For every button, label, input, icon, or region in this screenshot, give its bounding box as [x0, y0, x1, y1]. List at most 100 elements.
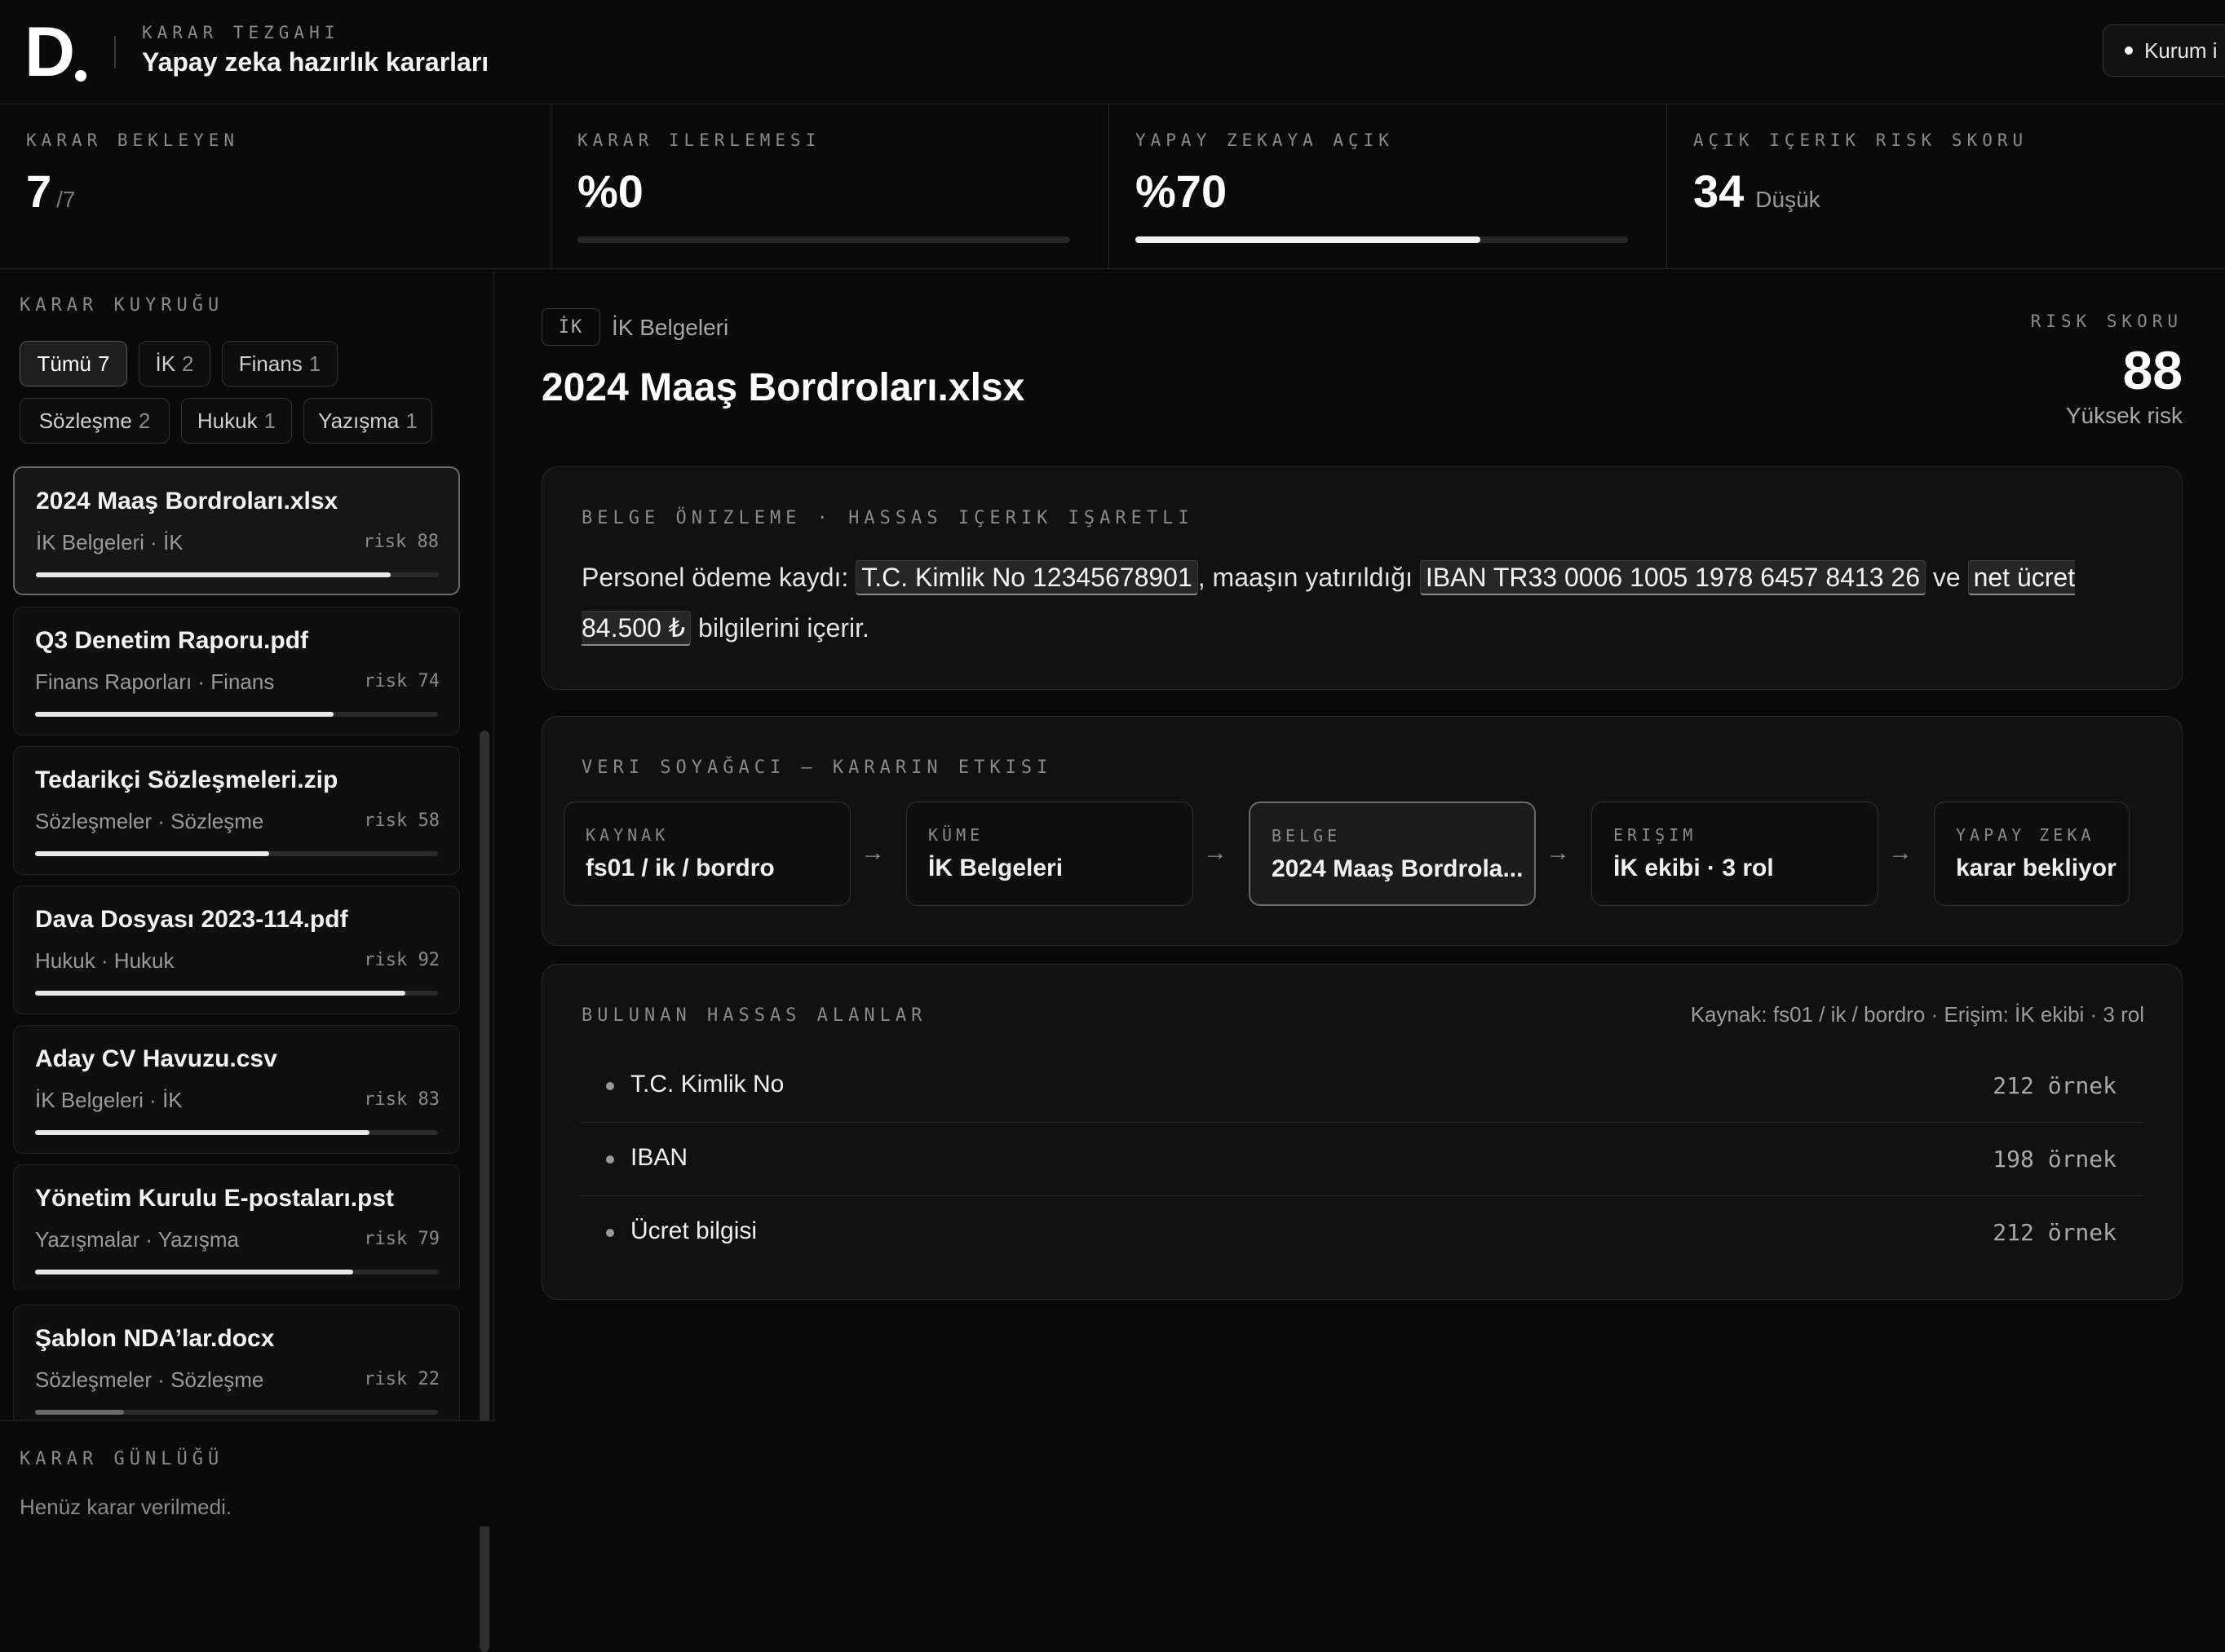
- item-name: Q3 Denetim Raporu.pdf: [35, 627, 309, 654]
- sensitive-highlight: IBAN TR33 0006 1005 1978 6457 8413 26: [1419, 560, 1926, 595]
- decision-queue-sidebar: KARAR KUYRUĞU Tümü 7 İK 2 Finans 1 Sözleşme…: [0, 269, 494, 1652]
- queue-item[interactable]: Dava Dosyası 2023-114.pdf Hukuk · Hukuk …: [13, 886, 460, 1014]
- field-count: 198 örnek: [1993, 1146, 2117, 1173]
- queue-item[interactable]: Q3 Denetim Raporu.pdf Finans Raporları ·…: [13, 607, 460, 735]
- filter-chip-all[interactable]: Tümü 7: [20, 341, 127, 386]
- filter-chip-yazisma[interactable]: Yazışma 1: [303, 398, 432, 444]
- field-count: 212 örnek: [1993, 1072, 2117, 1099]
- lineage-node-source[interactable]: KAYNAK fs01 / ik / bordro: [564, 802, 851, 906]
- node-label: BELGE: [1272, 826, 1342, 846]
- item-name: Şablon NDA’lar.docx: [35, 1325, 275, 1352]
- stat-value: 7/7: [26, 166, 76, 217]
- stat-label: KARAR BEKLEYEN: [26, 130, 240, 150]
- filter-chip-hukuk[interactable]: Hukuk 1: [181, 398, 292, 444]
- node-label: ERIŞIM: [1613, 825, 1697, 845]
- item-name: 2024 Maaş Bordroları.xlsx: [36, 488, 338, 515]
- risk-track: [35, 1270, 438, 1274]
- item-name: Dava Dosyası 2023-114.pdf: [35, 906, 348, 933]
- log-empty-text: Henüz karar verilmedi.: [20, 1495, 232, 1519]
- risk-track: [35, 1130, 438, 1135]
- field-name: T.C. Kimlik No: [630, 1071, 785, 1098]
- item-risk: risk 92: [364, 950, 440, 970]
- stats-bar: KARAR BEKLEYEN 7/7 KARAR ILERLEMESI %0 Y…: [0, 104, 2225, 269]
- node-label: YAPAY ZEKA: [1956, 825, 2095, 845]
- queue-item[interactable]: Yönetim Kurulu E-postaları.pst Yazışmala…: [13, 1164, 460, 1290]
- risk-track: [36, 572, 439, 577]
- node-value: İK Belgeleri: [928, 855, 1064, 881]
- item-meta: İK Belgeleri · İK: [35, 1088, 183, 1112]
- field-count: 212 örnek: [1993, 1219, 2117, 1246]
- item-name: Tedarikçi Sözleşmeleri.zip: [35, 766, 338, 793]
- filter-chip-ik[interactable]: İK 2: [139, 341, 210, 386]
- risk-level: Yüksek risk: [2065, 403, 2183, 428]
- queue-item[interactable]: Aday CV Havuzu.csv İK Belgeleri · İK ris…: [13, 1025, 460, 1154]
- risk-fill: [35, 1130, 370, 1135]
- lineage-title: VERI SOYAĞACI — KARARIN ETKISI: [582, 758, 1053, 778]
- app-kicker: KARAR TEZGAHI: [142, 23, 340, 42]
- stat-total: /7: [56, 187, 76, 212]
- lineage-node-cluster[interactable]: KÜME İK Belgeleri: [906, 802, 1193, 906]
- item-risk: risk 83: [364, 1089, 440, 1110]
- app-logo: D: [24, 17, 90, 87]
- fields-title: BULUNAN HASSAS ALANLAR: [582, 1005, 927, 1026]
- stat-ai-exposed: YAPAY ZEKAYA AÇIK %70: [1109, 104, 1667, 269]
- lineage-node-document[interactable]: BELGE 2024 Maaş Bordrola...: [1249, 802, 1536, 906]
- bullet-icon: [606, 1155, 614, 1164]
- queue-item[interactable]: 2024 Maaş Bordroları.xlsx İK Belgeleri ·…: [13, 466, 460, 595]
- risk-fill: [35, 1410, 124, 1415]
- bullet-icon: [606, 1229, 614, 1237]
- sensitive-highlight: T.C. Kimlik No 12345678901: [856, 560, 1198, 595]
- lineage-node-access[interactable]: ERIŞIM İK ekibi · 3 rol: [1591, 802, 1878, 906]
- node-value: fs01 / ik / bordro: [586, 855, 775, 881]
- stat-label: AÇIK IÇERIK RISK SKORU: [1693, 130, 2028, 150]
- stat-risk-score: AÇIK IÇERIK RISK SKORU 34 Düşük: [1667, 104, 2225, 269]
- queue-list: 2024 Maaş Bordroları.xlsx İK Belgeleri ·…: [13, 466, 494, 1290]
- risk-score-label: RISK SKORU: [2030, 311, 2183, 331]
- stat-value: %0: [577, 166, 644, 217]
- field-name: IBAN: [630, 1144, 688, 1171]
- arrow-right-icon: →: [860, 839, 885, 866]
- stat-progress: KARAR ILERLEMESI %0: [551, 104, 1109, 269]
- field-row: Ücret bilgisi 212 örnek: [580, 1196, 2143, 1270]
- risk-track: [35, 851, 438, 856]
- field-name: Ücret bilgisi: [630, 1217, 758, 1244]
- field-row: T.C. Kimlik No 212 örnek: [580, 1049, 2143, 1123]
- preview-text: Personel ödeme kaydı: T.C. Kimlik No 123…: [582, 552, 2144, 653]
- sensitive-fields-panel: BULUNAN HASSAS ALANLAR Kaynak: fs01 / ik…: [542, 964, 2183, 1300]
- stat-value: %70: [1135, 166, 1228, 217]
- stat-risk-level: Düşük: [1755, 187, 1820, 212]
- log-title: KARAR GÜNLÜĞÜ: [20, 1449, 224, 1469]
- risk-fill: [35, 851, 269, 856]
- stat-pending: KARAR BEKLEYEN 7/7: [0, 104, 551, 269]
- node-label: KAYNAK: [586, 825, 670, 845]
- queue-title: KARAR KUYRUĞU: [20, 295, 224, 316]
- item-meta: Sözleşmeler · Sözleşme: [35, 1367, 264, 1392]
- progress-track: [577, 236, 1070, 243]
- item-meta: Hukuk · Hukuk: [35, 948, 175, 973]
- lineage-node-ai[interactable]: YAPAY ZEKA karar bekliyor: [1934, 802, 2130, 906]
- top-bar: D KARAR TEZGAHI Yapay zeka hazırlık kara…: [0, 0, 2225, 104]
- progress-track: [1135, 236, 1628, 243]
- risk-fill: [35, 991, 406, 996]
- queue-item[interactable]: Şablon NDA’lar.docx Sözleşmeler · Sözleş…: [13, 1305, 460, 1420]
- item-risk: risk 74: [364, 671, 440, 691]
- queue-item[interactable]: Tedarikçi Sözleşmeleri.zip Sözleşmeler ·…: [13, 746, 460, 875]
- filter-chip-sozlesme[interactable]: Sözleşme 2: [20, 398, 170, 444]
- node-value: 2024 Maaş Bordrola...: [1272, 855, 1524, 882]
- document-title: 2024 Maaş Bordroları.xlsx: [542, 366, 1025, 409]
- header-divider: [114, 36, 116, 68]
- app-title: Yapay zeka hazırlık kararları: [142, 47, 489, 77]
- item-risk: risk 58: [364, 811, 440, 831]
- item-meta: Sözleşmeler · Sözleşme: [35, 809, 264, 833]
- org-selector[interactable]: Kurum i: [2103, 24, 2225, 77]
- preview-title: BELGE ÖNIZLEME · HASSAS IÇERIK IŞARETLI: [582, 508, 1194, 528]
- arrow-right-icon: →: [1888, 839, 1913, 866]
- risk-fill: [35, 1270, 354, 1274]
- item-risk: risk 22: [364, 1369, 440, 1389]
- risk-fill: [35, 712, 334, 717]
- decision-log: KARAR GÜNLÜĞÜ Henüz karar verilmedi.: [0, 1420, 494, 1526]
- stat-value: 34 Düşük: [1693, 166, 1820, 217]
- status-dot-icon: [2125, 46, 2133, 55]
- node-value: karar bekliyor: [1956, 855, 2117, 881]
- filter-chip-finans[interactable]: Finans 1: [222, 341, 338, 386]
